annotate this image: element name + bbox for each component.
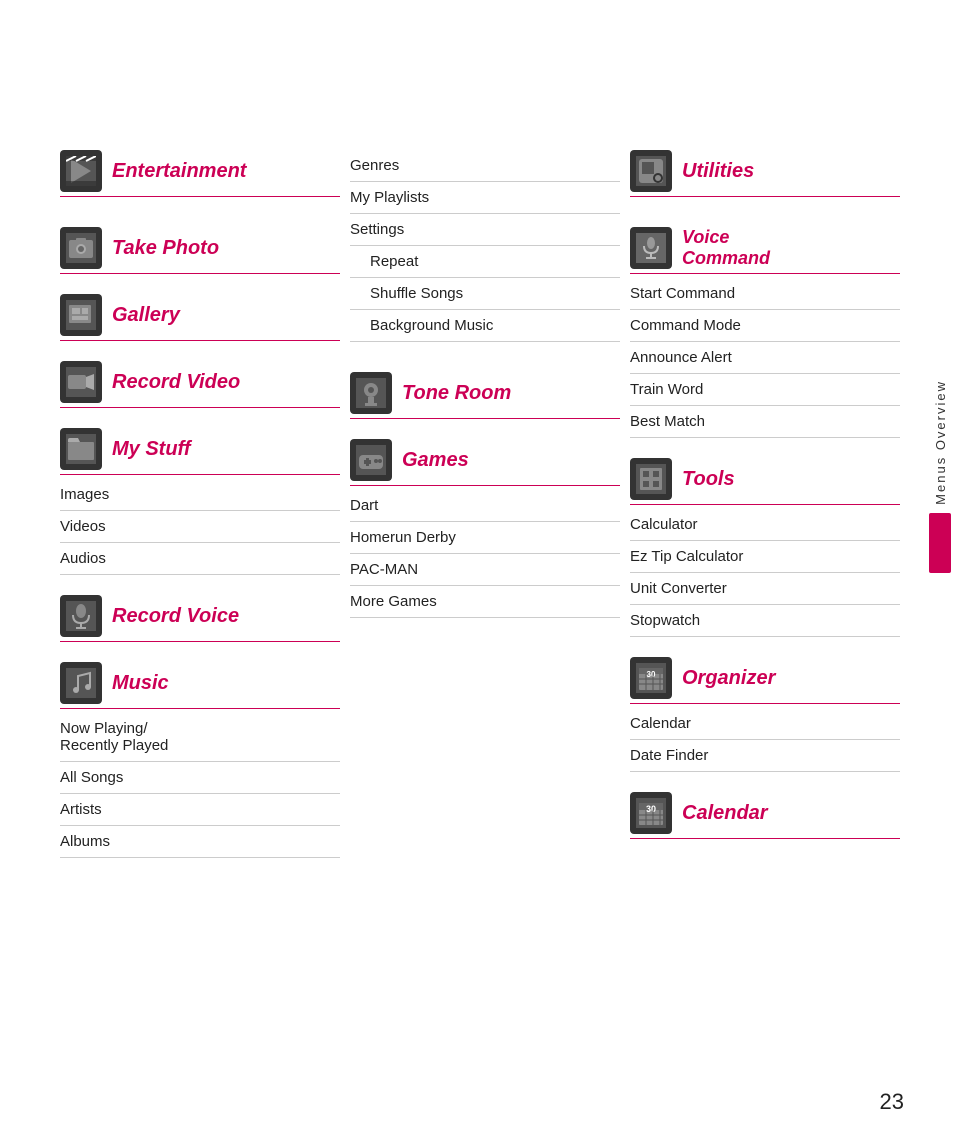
voice-command-header: VoiceCommand — [630, 227, 900, 274]
column-1: Entertainment Take Photo — [60, 150, 340, 858]
music-title: Music — [112, 672, 169, 695]
voice-command-title: VoiceCommand — [682, 227, 770, 269]
entertainment-header: Entertainment — [60, 150, 340, 197]
music-header: Music — [60, 662, 340, 709]
tone-room-icon — [350, 372, 392, 414]
music-icon — [60, 662, 102, 704]
entertainment-title: Entertainment — [112, 160, 246, 183]
music-artists: Artists — [60, 794, 340, 826]
sidebar-bar — [929, 513, 951, 573]
voice-command-icon — [630, 227, 672, 269]
column-3: Utilities VoiceCommand Start Command Com… — [620, 150, 900, 858]
organizer-icon: 30 — [630, 657, 672, 699]
gallery-title: Gallery — [112, 304, 180, 327]
date-finder-item: Date Finder — [630, 740, 900, 772]
sidebar-tab: Menus Overview — [926, 380, 954, 573]
command-mode-item: Command Mode — [630, 310, 900, 342]
my-stuff-audios: Audios — [60, 543, 340, 575]
tools-title: Tools — [682, 468, 735, 491]
best-match-item: Best Match — [630, 406, 900, 438]
my-stuff-videos: Videos — [60, 511, 340, 543]
my-stuff-title: My Stuff — [112, 438, 191, 461]
record-video-title: Record Video — [112, 371, 240, 394]
entertainment-icon — [60, 150, 102, 192]
more-games-item: More Games — [350, 586, 620, 618]
utilities-header: Utilities — [630, 150, 900, 197]
games-header: Games — [350, 439, 620, 486]
repeat-item: Repeat — [350, 246, 620, 278]
take-photo-icon — [60, 227, 102, 269]
organizer-title: Organizer — [682, 667, 775, 690]
record-voice-title: Record Voice — [112, 605, 239, 628]
svg-text:30: 30 — [647, 670, 656, 679]
shuffle-songs-item: Shuffle Songs — [350, 278, 620, 310]
games-title: Games — [402, 449, 469, 472]
start-command-item: Start Command — [630, 278, 900, 310]
record-video-icon — [60, 361, 102, 403]
record-voice-icon — [60, 595, 102, 637]
take-photo-title: Take Photo — [112, 237, 219, 260]
organizer-header: 30 Organizer — [630, 657, 900, 704]
stopwatch-item: Stopwatch — [630, 605, 900, 637]
genres-item: Genres — [350, 150, 620, 182]
dart-item: Dart — [350, 490, 620, 522]
my-stuff-images: Images — [60, 479, 340, 511]
ez-tip-calculator-item: Ez Tip Calculator — [630, 541, 900, 573]
my-playlists-item: My Playlists — [350, 182, 620, 214]
tone-room-header: Tone Room — [350, 372, 620, 419]
calendar-sub-item: Calendar — [630, 708, 900, 740]
pac-man-item: PAC-MAN — [350, 554, 620, 586]
announce-alert-item: Announce Alert — [630, 342, 900, 374]
gallery-header: Gallery — [60, 294, 340, 341]
svg-text:30: 30 — [646, 804, 656, 814]
record-voice-header: Record Voice — [60, 595, 340, 642]
gallery-icon — [60, 294, 102, 336]
calendar-title: Calendar — [682, 802, 768, 825]
column-2: Genres My Playlists Settings Repeat Shuf… — [340, 150, 620, 858]
utilities-title: Utilities — [682, 160, 754, 183]
music-all-songs: All Songs — [60, 762, 340, 794]
calculator-item: Calculator — [630, 509, 900, 541]
utilities-icon — [630, 150, 672, 192]
sidebar-label: Menus Overview — [933, 380, 948, 505]
tools-icon — [630, 458, 672, 500]
homerun-derby-item: Homerun Derby — [350, 522, 620, 554]
take-photo-header: Take Photo — [60, 227, 340, 274]
tone-room-title: Tone Room — [402, 382, 511, 405]
music-albums: Albums — [60, 826, 340, 858]
calendar-icon: 30 — [630, 792, 672, 834]
page-number: 23 — [880, 1089, 904, 1115]
my-stuff-icon — [60, 428, 102, 470]
unit-converter-item: Unit Converter — [630, 573, 900, 605]
tools-header: Tools — [630, 458, 900, 505]
my-stuff-header: My Stuff — [60, 428, 340, 475]
background-music-item: Background Music — [350, 310, 620, 342]
settings-item: Settings — [350, 214, 620, 246]
record-video-header: Record Video — [60, 361, 340, 408]
train-word-item: Train Word — [630, 374, 900, 406]
music-now-playing: Now Playing/ Recently Played — [60, 713, 340, 762]
games-icon — [350, 439, 392, 481]
calendar-header: 30 Calendar — [630, 792, 900, 839]
